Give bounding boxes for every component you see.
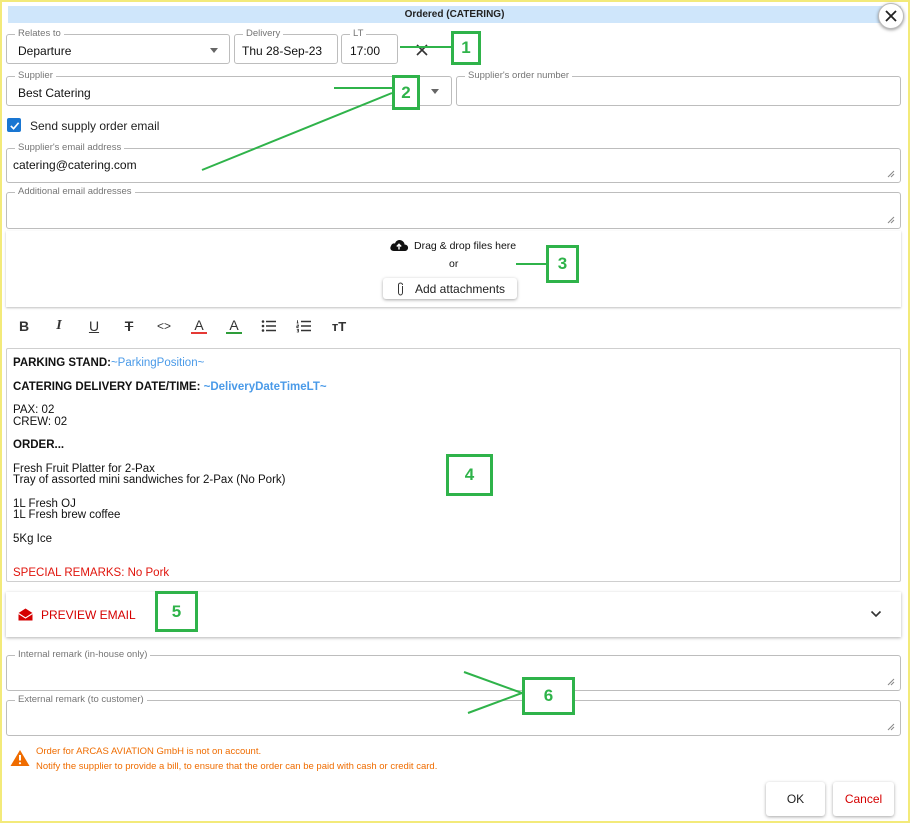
relates-to-value: Departure <box>18 44 72 58</box>
external-remark-input[interactable]: External remark (to customer) <box>6 694 901 736</box>
special-remarks-line: SPECIAL REMARKS: No Pork <box>13 567 170 579</box>
supplier-order-number-label: Supplier's order number <box>465 70 573 82</box>
editor-toolbar: B I U T <> A A тT <box>6 312 901 340</box>
annotation-marker-3: 3 <box>546 245 579 283</box>
pax-line: PAX: 02 <box>13 404 55 416</box>
supplier-value: Best Catering <box>18 86 91 100</box>
text-size-button[interactable]: тT <box>328 315 350 337</box>
internal-remark-label: Internal remark (in-house only) <box>15 649 151 661</box>
annotation-marker-5: 5 <box>155 591 198 632</box>
close-button[interactable] <box>878 3 904 29</box>
bullet-list-button[interactable] <box>258 315 280 337</box>
annotation-marker-1: 1 <box>451 31 481 65</box>
add-attachments-label: Add attachments <box>415 282 506 296</box>
lt-value: 17:00 <box>350 44 381 58</box>
send-email-label: Send supply order email <box>30 119 160 133</box>
italic-icon: I <box>56 318 62 333</box>
chevron-down-icon <box>431 89 439 94</box>
underline-button[interactable]: U <box>83 315 105 337</box>
parking-stand-label: PARKING STAND: <box>13 357 111 369</box>
annotation-marker-4: 4 <box>446 454 493 496</box>
strikethrough-button[interactable]: T <box>118 315 140 337</box>
font-color-icon: A <box>194 316 204 333</box>
resize-handle-icon[interactable] <box>887 216 895 224</box>
bold-button[interactable]: B <box>13 315 35 337</box>
or-text: or <box>449 258 459 270</box>
delivery-datetime-variable: ~DeliveryDateTimeLT~ <box>203 380 327 393</box>
additional-emails-input[interactable]: Additional email addresses <box>6 186 901 229</box>
supplier-label: Supplier <box>15 70 56 82</box>
numbered-list-icon <box>296 320 311 333</box>
text-size-icon: тT <box>331 318 347 334</box>
numbered-list-button[interactable] <box>293 315 315 337</box>
order-item: 1L Fresh OJ <box>13 497 76 510</box>
bold-icon: B <box>18 318 30 334</box>
internal-remark-input[interactable]: Internal remark (in-house only) <box>6 649 901 691</box>
bullet-list-icon <box>261 320 276 332</box>
clear-icon[interactable] <box>415 43 429 57</box>
highlight-color-button[interactable]: A <box>223 315 245 337</box>
chevron-down-icon <box>870 610 882 618</box>
warning-line-1: Order for ARCAS AVIATION GmbH is not on … <box>36 746 262 757</box>
envelope-open-icon <box>18 608 33 621</box>
delivery-date-field[interactable]: Delivery Thu 28-Sep-23 <box>234 28 338 64</box>
order-item: 1L Fresh brew coffee <box>13 509 121 521</box>
preview-email-panel[interactable]: PREVIEW EMAIL <box>6 592 901 637</box>
resize-handle-icon[interactable] <box>887 678 895 686</box>
warning-line-2: Notify the supplier to provide a bill, t… <box>36 761 438 772</box>
supplier-email-input[interactable]: Supplier's email address catering@cateri… <box>6 142 901 183</box>
delivery-value: Thu 28-Sep-23 <box>242 44 323 58</box>
check-icon <box>9 121 19 130</box>
chevron-down-icon <box>210 48 218 53</box>
lt-label: LT <box>350 28 367 40</box>
strikethrough-icon: T <box>124 318 134 334</box>
cancel-button[interactable]: Cancel <box>833 782 894 816</box>
order-item: 5Kg Ice <box>13 532 52 545</box>
code-button[interactable]: <> <box>153 315 175 337</box>
warning-icon <box>10 750 30 766</box>
relates-to-select[interactable]: Relates to Departure <box>6 28 230 64</box>
supplier-email-value: catering@catering.com <box>13 158 137 172</box>
resize-handle-icon[interactable] <box>887 723 895 731</box>
delivery-label: Delivery <box>243 28 284 40</box>
ok-button[interactable]: OK <box>766 782 825 816</box>
annotation-marker-2: 2 <box>392 75 420 110</box>
annotation-marker-6: 6 <box>522 677 575 715</box>
close-icon <box>885 10 897 22</box>
preview-email-label: PREVIEW EMAIL <box>41 608 136 622</box>
supplier-select[interactable]: Supplier Best Catering <box>6 70 452 106</box>
highlight-color-swatch <box>226 331 242 334</box>
italic-button[interactable]: I <box>48 315 70 337</box>
delivery-datetime-label: CATERING DELIVERY DATE/TIME: <box>13 380 201 393</box>
external-remark-label: External remark (to customer) <box>15 694 147 706</box>
highlight-color-icon: A <box>229 316 239 333</box>
order-heading: ORDER... <box>13 439 65 451</box>
font-color-button[interactable]: A <box>188 315 210 337</box>
crew-line: CREW: 02 <box>13 415 68 428</box>
cloud-upload-icon <box>390 239 409 251</box>
add-attachments-button[interactable]: Add attachments <box>383 278 517 299</box>
parking-position-variable: ~ParkingPosition~ <box>110 357 205 369</box>
additional-emails-label: Additional email addresses <box>15 186 135 198</box>
underline-icon: U <box>88 318 100 334</box>
send-email-checkbox[interactable] <box>7 118 21 132</box>
lt-time-field[interactable]: LT 17:00 <box>341 28 398 64</box>
relates-to-label: Relates to <box>15 28 64 40</box>
paperclip-icon <box>398 282 403 296</box>
drag-drop-text: Drag & drop files here <box>414 240 517 252</box>
attachment-dropzone[interactable]: Drag & drop files here or Add attachment… <box>6 231 901 307</box>
supplier-order-number-input[interactable]: Supplier's order number <box>456 70 901 106</box>
code-icon: <> <box>156 319 171 333</box>
resize-handle-icon[interactable] <box>887 170 895 178</box>
dialog-title: Ordered (CATERING) <box>8 6 901 23</box>
font-color-swatch <box>191 331 207 334</box>
supplier-email-label: Supplier's email address <box>15 142 125 154</box>
